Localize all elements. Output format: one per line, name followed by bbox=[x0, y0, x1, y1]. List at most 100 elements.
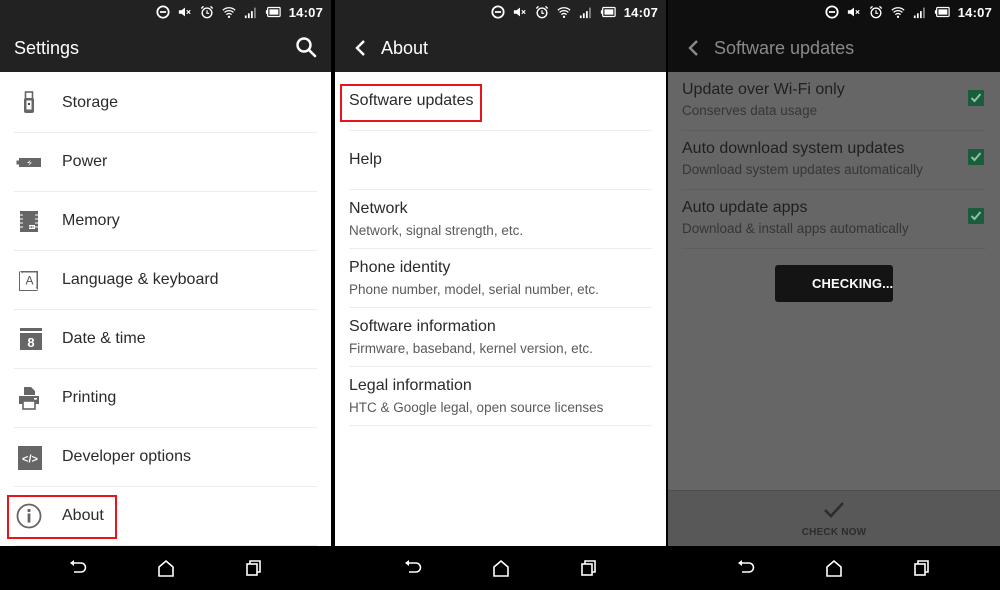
checkmark-icon bbox=[970, 93, 982, 103]
signal-icon bbox=[912, 5, 928, 19]
app-bar: About bbox=[335, 24, 666, 72]
about-item-network[interactable]: Network Network, signal strength, etc. bbox=[349, 190, 652, 249]
about-item-title: Software information bbox=[349, 318, 496, 335]
mute-icon bbox=[177, 5, 193, 19]
memory-chip-icon bbox=[16, 208, 42, 234]
battery-power-icon bbox=[16, 149, 42, 175]
about-item-legal-information[interactable]: Legal information HTC & Google legal, op… bbox=[349, 367, 652, 426]
app-bar: Software updates bbox=[668, 24, 1000, 72]
calendar-icon: 8 bbox=[16, 326, 42, 352]
do-not-disturb-icon bbox=[824, 5, 840, 19]
about-item-software-information[interactable]: Software information Firmware, baseband,… bbox=[349, 308, 652, 367]
highlight-box-software-updates bbox=[340, 84, 482, 122]
checking-label: CHECKING... bbox=[812, 276, 894, 291]
back-arrow-icon[interactable] bbox=[345, 24, 375, 72]
battery-icon bbox=[265, 5, 281, 19]
home-nav-icon[interactable] bbox=[490, 558, 512, 578]
settings-item-language[interactable]: A Language & keyboard bbox=[14, 251, 317, 310]
checkmark-icon bbox=[970, 152, 982, 162]
highlight-box-about bbox=[7, 495, 117, 539]
alarm-icon bbox=[199, 5, 215, 19]
page-title: About bbox=[381, 37, 429, 58]
alarm-icon bbox=[868, 5, 884, 19]
bottom-action-bar: CHECK NOW bbox=[668, 490, 1000, 546]
nav-bar bbox=[668, 546, 1000, 590]
status-bar: 14:07 bbox=[668, 0, 1000, 24]
back-nav-icon[interactable] bbox=[402, 558, 424, 578]
about-item-help[interactable]: Help bbox=[349, 131, 652, 190]
wifi-icon bbox=[556, 5, 572, 19]
setting-title: Auto download system updates bbox=[682, 140, 905, 157]
about-item-subtitle: Firmware, baseband, kernel version, etc. bbox=[349, 341, 593, 356]
about-item-title: Network bbox=[349, 200, 408, 217]
recents-nav-icon[interactable] bbox=[578, 558, 600, 578]
setting-auto-download-system-updates[interactable]: Auto download system updates Download sy… bbox=[682, 131, 986, 190]
setting-subtitle: Download & install apps automatically bbox=[682, 221, 909, 236]
do-not-disturb-icon bbox=[155, 5, 171, 19]
settings-item-label: Memory bbox=[62, 212, 120, 229]
recents-nav-icon[interactable] bbox=[911, 558, 933, 578]
signal-icon bbox=[578, 5, 594, 19]
status-time: 14:07 bbox=[623, 4, 658, 20]
status-bar: 14:07 bbox=[335, 0, 666, 24]
about-item-subtitle: Phone number, model, serial number, etc. bbox=[349, 282, 599, 297]
setting-auto-update-apps[interactable]: Auto update apps Download & install apps… bbox=[682, 190, 986, 249]
setting-update-wifi-only[interactable]: Update over Wi-Fi only Conserves data us… bbox=[682, 72, 986, 131]
page-title: Settings bbox=[14, 37, 80, 58]
settings-item-label: Developer options bbox=[62, 448, 191, 465]
page-title: Software updates bbox=[714, 37, 855, 58]
settings-item-power[interactable]: Power bbox=[14, 133, 317, 192]
checking-progress-dialog: CHECKING... bbox=[775, 265, 893, 302]
wifi-icon bbox=[890, 5, 906, 19]
settings-item-label: Date & time bbox=[62, 330, 146, 347]
settings-item-printing[interactable]: Printing bbox=[14, 369, 317, 428]
wifi-icon bbox=[221, 5, 237, 19]
about-item-phone-identity[interactable]: Phone identity Phone number, model, seri… bbox=[349, 249, 652, 308]
back-arrow-icon[interactable] bbox=[678, 24, 708, 72]
printer-icon bbox=[16, 385, 42, 411]
checkmark-icon bbox=[823, 501, 845, 524]
settings-item-label: Power bbox=[62, 153, 108, 170]
app-bar: Settings bbox=[0, 24, 331, 72]
settings-item-label: Language & keyboard bbox=[62, 271, 219, 288]
alarm-icon bbox=[534, 5, 550, 19]
setting-subtitle: Conserves data usage bbox=[682, 103, 818, 118]
battery-icon bbox=[934, 5, 950, 19]
back-nav-icon[interactable] bbox=[735, 558, 757, 578]
check-now-button[interactable]: CHECK NOW bbox=[668, 491, 1000, 547]
checkbox-checked[interactable] bbox=[968, 208, 984, 224]
settings-item-storage[interactable]: Storage bbox=[14, 74, 317, 133]
home-nav-icon[interactable] bbox=[823, 558, 845, 578]
about-item-title: Help bbox=[349, 151, 382, 168]
settings-item-developer-options[interactable]: </> Developer options bbox=[14, 428, 317, 487]
mute-icon bbox=[512, 5, 528, 19]
status-time: 14:07 bbox=[957, 4, 992, 20]
signal-icon bbox=[243, 5, 259, 19]
about-item-title: Legal information bbox=[349, 377, 472, 394]
setting-title: Auto update apps bbox=[682, 199, 808, 216]
code-icon-text: </> bbox=[22, 454, 38, 466]
svg-text:A: A bbox=[25, 274, 33, 288]
settings-item-memory[interactable]: Memory bbox=[14, 192, 317, 251]
software-updates-list: Update over Wi-Fi only Conserves data us… bbox=[668, 72, 1000, 546]
settings-list: Storage Power Memory A Language & keyboa… bbox=[0, 72, 331, 546]
settings-item-label: Printing bbox=[62, 389, 117, 406]
search-icon[interactable] bbox=[295, 36, 317, 58]
settings-screen: 14:07 Settings Storage Power Memory A La… bbox=[0, 0, 331, 590]
battery-icon bbox=[600, 5, 616, 19]
setting-subtitle: Download system updates automatically bbox=[682, 162, 923, 177]
settings-item-date-time[interactable]: 8 Date & time bbox=[14, 310, 317, 369]
nav-bar bbox=[335, 546, 666, 590]
status-time: 14:07 bbox=[288, 4, 323, 20]
about-screen: 14:07 About Software updates Help Networ… bbox=[335, 0, 666, 590]
checkbox-checked[interactable] bbox=[968, 90, 984, 106]
usb-storage-icon bbox=[16, 90, 42, 116]
about-list: Software updates Help Network Network, s… bbox=[335, 72, 666, 546]
about-item-subtitle: HTC & Google legal, open source licenses bbox=[349, 400, 604, 415]
recents-nav-icon[interactable] bbox=[243, 558, 265, 578]
do-not-disturb-icon bbox=[490, 5, 506, 19]
home-nav-icon[interactable] bbox=[155, 558, 177, 578]
back-nav-icon[interactable] bbox=[67, 558, 89, 578]
checkmark-icon bbox=[970, 211, 982, 221]
checkbox-checked[interactable] bbox=[968, 149, 984, 165]
